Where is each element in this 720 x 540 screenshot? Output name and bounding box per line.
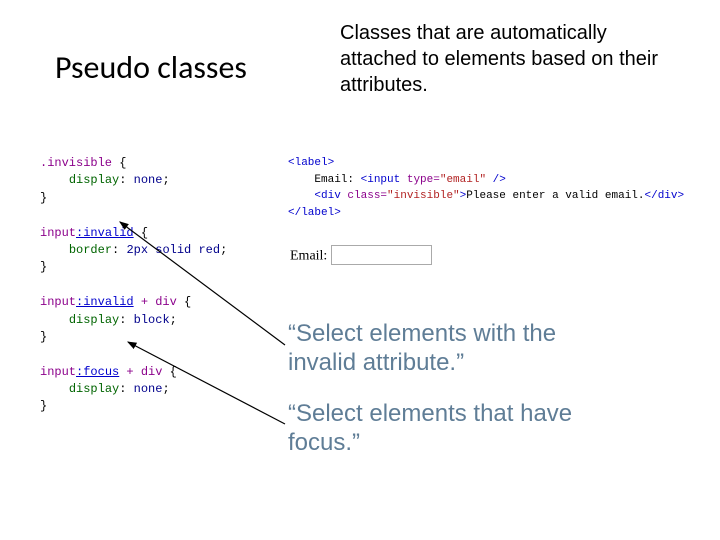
rule4-comb: + div [119, 365, 162, 379]
rule1-selector: .invisible [40, 156, 112, 170]
hl3f: </div> [645, 190, 685, 202]
hl3b: class= [347, 190, 387, 202]
hl4: </label> [288, 207, 341, 219]
rule3-comb: + div [134, 295, 177, 309]
rule4-prop: display [69, 382, 119, 396]
rendered-label: Email: [290, 249, 327, 264]
hl2c: type= [407, 174, 440, 186]
hl2b: <input [361, 174, 407, 186]
rendered-output: Email: [290, 245, 432, 265]
hl2a: Email: [288, 174, 361, 186]
rendered-email-input[interactable] [331, 245, 432, 265]
hl2e: /> [486, 174, 506, 186]
rule4-val: none [134, 382, 163, 396]
hl3c: "invisible" [387, 190, 460, 202]
rule1-prop: display [69, 173, 119, 187]
hl3e: Please enter a valid email. [466, 190, 644, 202]
rule3-pseudo: :invalid [76, 295, 134, 309]
rule4-pseudo: :focus [76, 365, 119, 379]
rule2-val: 2px solid red [126, 243, 220, 257]
rule3-base: input [40, 295, 76, 309]
html-code-block: <label> Email: <input type="email" /> <d… [288, 155, 684, 221]
css-code-block: .invisible { display: none; } input:inva… [40, 155, 227, 416]
hl3a: <div [288, 190, 347, 202]
rule2-prop: border [69, 243, 112, 257]
rule2-base: input [40, 226, 76, 240]
rule3-val: block [134, 313, 170, 327]
slide-subtitle: Classes that are automatically attached … [340, 20, 680, 98]
annotation-invalid-quote: “Select elements with the invalid attrib… [288, 320, 618, 378]
rule1-val: none [134, 173, 163, 187]
rule2-pseudo: :invalid [76, 226, 134, 240]
hl2d: "email" [440, 174, 486, 186]
annotation-focus-quote: “Select elements that have focus.” [288, 400, 618, 458]
hl1: <label> [288, 157, 334, 169]
rule3-prop: display [69, 313, 119, 327]
rule4-base: input [40, 365, 76, 379]
slide-title: Pseudo classes [55, 48, 247, 87]
